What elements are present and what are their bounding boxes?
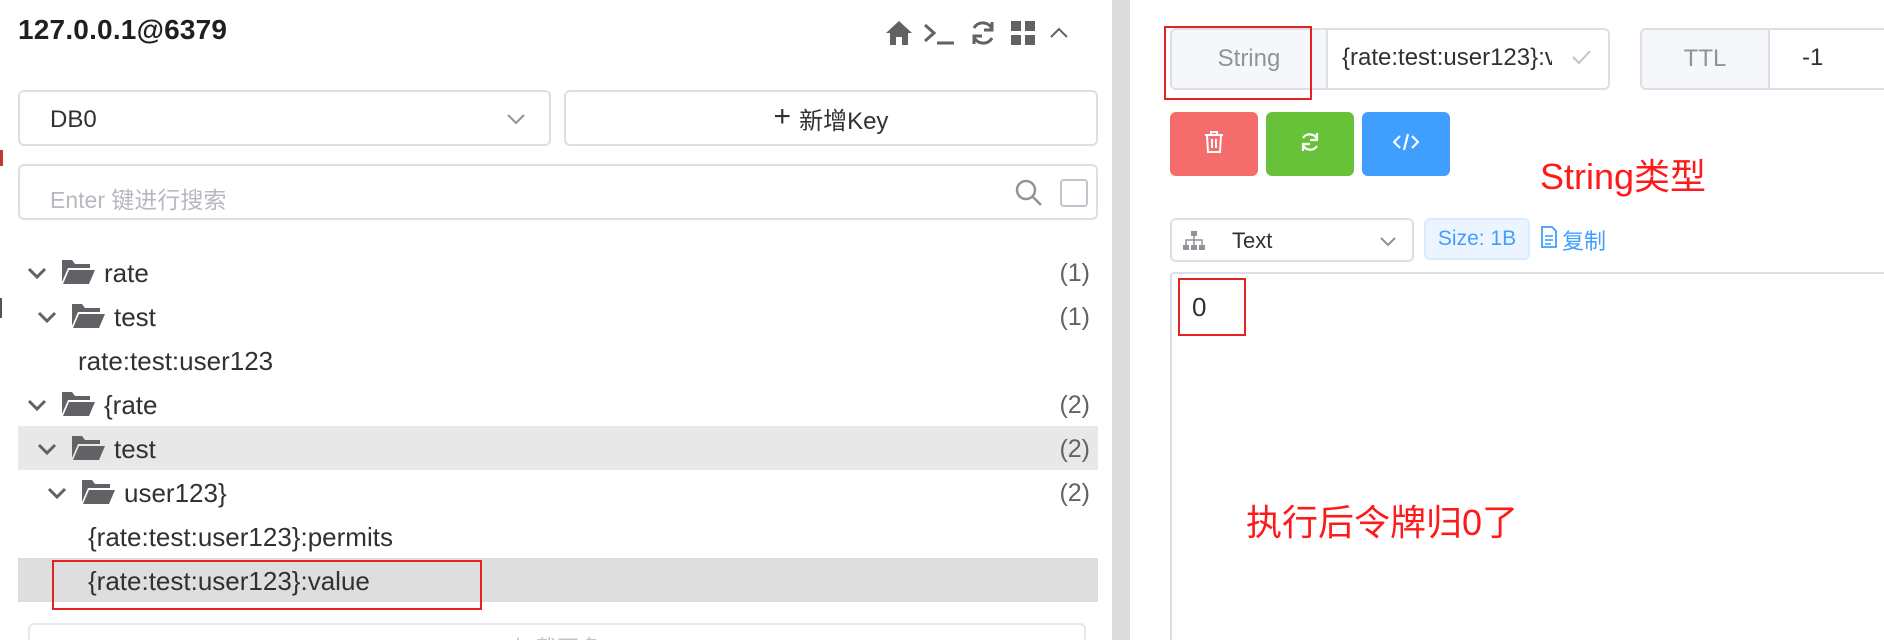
load-more-button[interactable]: 加载更多 (28, 623, 1086, 640)
search-icon[interactable] (1014, 178, 1044, 213)
key-count: (1) (1059, 303, 1090, 331)
tree-folder[interactable]: {rate (2) (18, 382, 1098, 426)
tree-label: user123} (124, 478, 227, 508)
folder-open-icon (60, 256, 96, 291)
document-icon (1540, 226, 1558, 254)
ttl-input[interactable]: -1 (1802, 44, 1823, 72)
key-label: rate:test:user123 (78, 346, 274, 376)
key-count: (1) (1059, 259, 1090, 287)
folder-open-icon (80, 476, 116, 511)
panel-divider[interactable] (1112, 0, 1130, 640)
key-count: (2) (1059, 391, 1090, 419)
format-select[interactable]: Text (1170, 218, 1414, 262)
exact-search-checkbox[interactable] (1060, 179, 1088, 207)
collapse-icon[interactable] (1042, 16, 1076, 50)
dump-command-button[interactable] (1362, 112, 1450, 176)
key-count: (2) (1059, 479, 1090, 507)
tree-label: test (114, 434, 156, 464)
size-badge: Size: 1B (1424, 218, 1530, 260)
refresh-key-button[interactable] (1266, 112, 1354, 176)
connection-toolbar (882, 12, 1112, 52)
folder-open-icon (70, 300, 106, 335)
refresh-icon[interactable] (966, 16, 1000, 50)
chevron-down-icon (1378, 232, 1398, 257)
tree-folder[interactable]: test (2) (18, 426, 1098, 470)
highlight-box (1178, 278, 1246, 336)
folder-open-icon (60, 388, 96, 423)
highlight-box (1164, 26, 1312, 100)
ttl-group: TTL -1 (1640, 28, 1884, 90)
folder-open-icon (70, 432, 106, 467)
db-select[interactable]: DB0 (18, 90, 551, 146)
code-icon (1392, 131, 1420, 158)
check-icon[interactable] (1570, 46, 1592, 73)
search-box: Enter 键进行搜索 (18, 164, 1098, 220)
chevron-down-icon (505, 108, 527, 135)
terminal-icon[interactable] (922, 16, 956, 50)
key-browser-panel: 127.0.0.1@6379 DB0 + 新增Key Enter 键进行搜索 r… (0, 0, 1112, 640)
grid-icon[interactable] (1006, 16, 1040, 50)
tree-folder[interactable]: user123} (2) (18, 470, 1098, 514)
key-tree: rate (1) test (1) rate:test:user123 {rat… (18, 250, 1098, 602)
tree-folder[interactable]: test (1) (18, 294, 1098, 338)
ttl-tag: TTL (1642, 30, 1770, 88)
copy-button[interactable]: 复制 (1540, 224, 1606, 256)
chevron-down-icon[interactable] (26, 394, 48, 421)
tree-label: rate (104, 258, 149, 288)
home-icon[interactable] (882, 16, 916, 50)
add-key-label: 新增Key (799, 107, 889, 135)
key-name-input[interactable]: {rate:test:user123}:value (1342, 44, 1552, 72)
search-input[interactable]: Enter 键进行搜索 (50, 181, 226, 215)
tree-key[interactable]: {rate:test:user123}:permits (18, 514, 1098, 558)
tree-folder[interactable]: rate (1) (18, 250, 1098, 294)
plus-icon: + (773, 99, 792, 133)
chevron-down-icon[interactable] (46, 482, 68, 509)
delete-key-button[interactable] (1170, 112, 1258, 176)
chevron-down-icon[interactable] (36, 438, 58, 465)
trash-icon (1203, 130, 1225, 159)
connection-title: 127.0.0.1@6379 (18, 14, 228, 45)
edge-marker (0, 150, 3, 166)
highlight-box (52, 560, 482, 610)
key-label: {rate:test:user123}:permits (88, 522, 393, 552)
key-detail-panel: String {rate:test:user123}:value TTL -1 … (1130, 0, 1884, 640)
chevron-down-icon[interactable] (26, 262, 48, 289)
chevron-down-icon[interactable] (36, 306, 58, 333)
tree-label: test (114, 302, 156, 332)
annotation-type-note: String类型 (1540, 156, 1707, 197)
tree-key[interactable]: rate:test:user123 (18, 338, 1098, 382)
value-editor[interactable]: 0 (1170, 272, 1884, 640)
tree-label: {rate (104, 390, 158, 420)
sitemap-icon (1182, 230, 1206, 257)
annotation-value-note: 执行后令牌归0了 (1246, 502, 1519, 543)
refresh-icon (1299, 131, 1321, 158)
edge-marker (0, 298, 2, 318)
format-select-value: Text (1232, 228, 1273, 253)
db-select-value: DB0 (50, 106, 97, 133)
add-key-button[interactable]: + 新增Key (564, 90, 1098, 146)
key-count: (2) (1059, 435, 1090, 463)
copy-label: 复制 (1562, 229, 1607, 254)
